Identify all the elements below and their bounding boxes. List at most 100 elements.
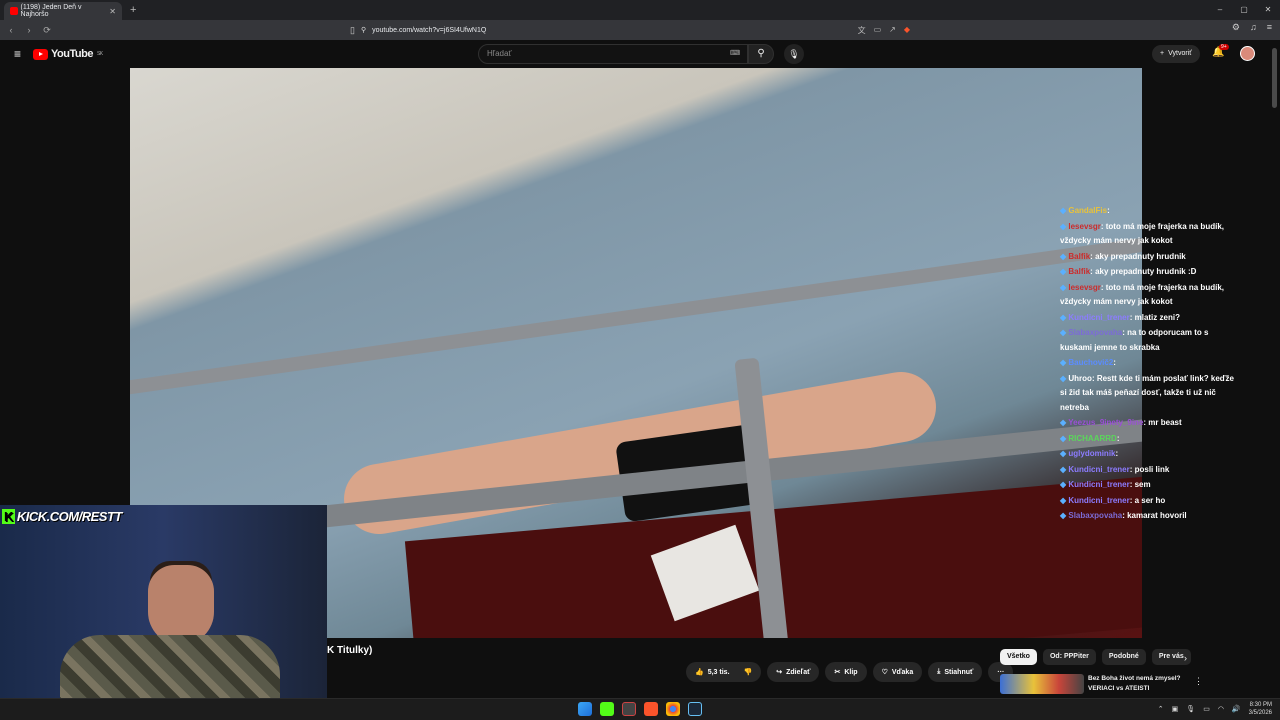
- page-scrollbar[interactable]: [1270, 40, 1280, 700]
- chat-message: ◆ Kundicni_trener: posli link: [1060, 463, 1240, 478]
- chat-username[interactable]: Kundicni_trener: [1068, 465, 1129, 474]
- mic-icon: 🎙: [788, 49, 800, 59]
- chat-username[interactable]: Kundicni_trener: [1068, 480, 1129, 489]
- chat-username[interactable]: Balfik: [1068, 252, 1090, 261]
- video-actions: 👍 5,3 tis. 👎 ↪ Zdieľať ✂ Klip ♡ Vďaka ⤓ Stiahn…: [686, 662, 1014, 682]
- thanks-button[interactable]: ♡ Vďaka: [872, 662, 923, 682]
- chat-message: ◆ lesevsgr: toto má moje frajerka na bud…: [1060, 220, 1240, 249]
- download-icon: ⤓: [937, 668, 941, 675]
- display-icon[interactable]: ▭: [1203, 705, 1210, 713]
- media-icon[interactable]: ♫: [1250, 22, 1257, 33]
- maximize-button[interactable]: ▢: [1232, 0, 1256, 20]
- chat-username[interactable]: Yeezus_9inety_9ine: [1068, 418, 1143, 427]
- system-tray: ⌃ ▣ 🎙 ▭ ◠ 🔊 8:30 PM 3/5/2026: [1158, 701, 1272, 717]
- browser-tab[interactable]: (1198) Jeden Deň v Najhoršo ✕: [4, 2, 122, 20]
- brave-shield-icon[interactable]: ◆: [904, 25, 910, 36]
- url-box[interactable]: ▯ ⚲ youtube.com/watch?v=j6SI4UfwN1Q 文 ▭ …: [350, 22, 910, 38]
- search-button[interactable]: ⚲: [748, 44, 774, 64]
- chevron-right-icon[interactable]: ›: [1184, 653, 1187, 663]
- network-icon[interactable]: ◠: [1218, 705, 1224, 713]
- share-page-icon[interactable]: ↗: [889, 25, 896, 36]
- dislike-icon[interactable]: 👎: [744, 668, 753, 676]
- kick-overlay: K KICK.COM/RESTT: [2, 509, 122, 524]
- chat-separator: :: [1107, 206, 1110, 215]
- chat-username[interactable]: Uhroo: [1068, 374, 1092, 383]
- browser-menu-icon[interactable]: ≡: [1267, 22, 1272, 33]
- window-controls: – ▢ ✕: [1208, 0, 1280, 20]
- chat-message: ◆ lesevsgr: toto má moje frajerka na bud…: [1060, 281, 1240, 310]
- chat-username[interactable]: Slabaxpovaha: [1068, 328, 1122, 337]
- chat-username[interactable]: GandalFis: [1068, 206, 1107, 215]
- scissors-icon: ✂: [834, 669, 841, 676]
- chat-text: sem: [1134, 480, 1151, 489]
- keyboard-icon[interactable]: ⌨: [730, 49, 740, 57]
- windows-taskbar: ⌃ ▣ 🎙 ▭ ◠ 🔊 8:30 PM 3/5/2026: [0, 698, 1280, 720]
- new-tab-button[interactable]: +: [130, 4, 136, 16]
- steam-app-icon[interactable]: [688, 702, 702, 716]
- download-button[interactable]: ⤓ Stiahnuť: [928, 662, 983, 682]
- clip-button[interactable]: ✂ Klip: [825, 662, 867, 682]
- minimize-button[interactable]: –: [1208, 0, 1232, 20]
- kick-app-icon[interactable]: [600, 702, 614, 716]
- youtube-favicon-icon: [10, 7, 18, 15]
- bookmark-icon[interactable]: ▯: [350, 25, 355, 36]
- filter-chip-related[interactable]: Podobné: [1101, 649, 1146, 665]
- chat-username[interactable]: Kundicni_trener: [1068, 313, 1129, 322]
- windows-start-icon[interactable]: [578, 702, 592, 716]
- extensions-area: ⚙ ♫ ≡: [1232, 22, 1272, 33]
- youtube-header: ≡ YouTube SK Hľadať ⌨ ⚲ 🎙 + Vytvoriť 🔔 9+: [0, 40, 1270, 68]
- chat-message: ◆ Balfik: aky prepadnuty hrudnik: [1060, 250, 1240, 265]
- extensions-icon[interactable]: ⚙: [1232, 22, 1240, 33]
- tray-app-icon[interactable]: ▣: [1172, 705, 1179, 713]
- chat-username[interactable]: Slabaxpovaha: [1068, 511, 1122, 520]
- like-button[interactable]: 👍 5,3 tis. 👎: [686, 662, 762, 682]
- region-code: SK: [96, 51, 103, 57]
- mic-tray-icon[interactable]: 🎙: [1186, 705, 1195, 713]
- search-input[interactable]: Hľadať: [478, 44, 748, 64]
- youtube-logo[interactable]: YouTube SK: [33, 48, 103, 60]
- forward-icon[interactable]: ›: [22, 25, 36, 35]
- taskbar-clock[interactable]: 8:30 PM 3/5/2026: [1249, 701, 1272, 717]
- cast-icon[interactable]: ▭: [874, 25, 882, 36]
- heart-dollar-icon: ♡: [881, 669, 888, 676]
- hamburger-menu-icon[interactable]: ≡: [14, 47, 21, 61]
- chat-message: ◆ Bauchovič2:: [1060, 356, 1240, 371]
- recommended-more-icon[interactable]: ⋮: [1194, 676, 1203, 687]
- chat-username[interactable]: lesevsgr: [1068, 222, 1100, 231]
- volume-icon[interactable]: 🔊: [1232, 705, 1241, 713]
- chat-message: ◆ Balfik: aky prepadnuty hrudnik :D: [1060, 265, 1240, 280]
- site-info-icon[interactable]: ⚲: [361, 26, 366, 34]
- chat-username[interactable]: lesevsgr: [1068, 283, 1100, 292]
- tray-overflow-icon[interactable]: ⌃: [1158, 705, 1164, 713]
- chat-username[interactable]: Bauchovič2: [1068, 358, 1113, 367]
- browser-tab-bar: (1198) Jeden Deň v Najhoršo ✕ + – ▢ ✕: [0, 0, 1280, 20]
- chrome-app-icon[interactable]: [666, 702, 680, 716]
- create-button[interactable]: + Vytvoriť: [1152, 45, 1200, 63]
- chat-text: kamarat hovoril: [1127, 511, 1187, 520]
- chat-username[interactable]: uglydominik: [1068, 449, 1115, 458]
- close-window-button[interactable]: ✕: [1256, 0, 1280, 20]
- scrollbar-thumb[interactable]: [1272, 48, 1277, 108]
- obs-app-icon[interactable]: [622, 702, 636, 716]
- brave-app-icon[interactable]: [644, 702, 658, 716]
- filter-chip-channel[interactable]: Od: PPPiter: [1042, 649, 1096, 665]
- recommendation-filters: Všetko Od: PPPiter Podobné Pre vás: [1000, 649, 1191, 665]
- recommended-title-line2: VERIACI vs ATEISTI: [1088, 685, 1150, 692]
- chat-username[interactable]: Kundicni_trener: [1068, 496, 1129, 505]
- voice-search-button[interactable]: 🎙: [784, 44, 804, 64]
- chat-text: mr beast: [1148, 418, 1182, 427]
- reload-icon[interactable]: ⟳: [40, 25, 54, 36]
- tab-close-icon[interactable]: ✕: [109, 7, 116, 16]
- url-text[interactable]: youtube.com/watch?v=j6SI4UfwN1Q: [372, 27, 486, 34]
- filter-chip-all[interactable]: Všetko: [1000, 649, 1037, 665]
- translate-icon[interactable]: 文: [858, 25, 866, 36]
- recommended-thumbnail[interactable]: [1000, 674, 1084, 694]
- search-icon: ⚲: [757, 48, 765, 59]
- streamer-webcam: K KICK.COM/RESTT: [0, 505, 327, 720]
- avatar[interactable]: [1240, 46, 1255, 61]
- chat-username[interactable]: Balfik: [1068, 267, 1090, 276]
- recommended-video[interactable]: Bez Boha život nemá zmysel? VERIACI vs A…: [1000, 674, 1200, 694]
- share-button[interactable]: ↪ Zdieľať: [767, 662, 820, 682]
- back-icon[interactable]: ‹: [4, 25, 18, 35]
- chat-username[interactable]: RICHAARRD: [1068, 434, 1116, 443]
